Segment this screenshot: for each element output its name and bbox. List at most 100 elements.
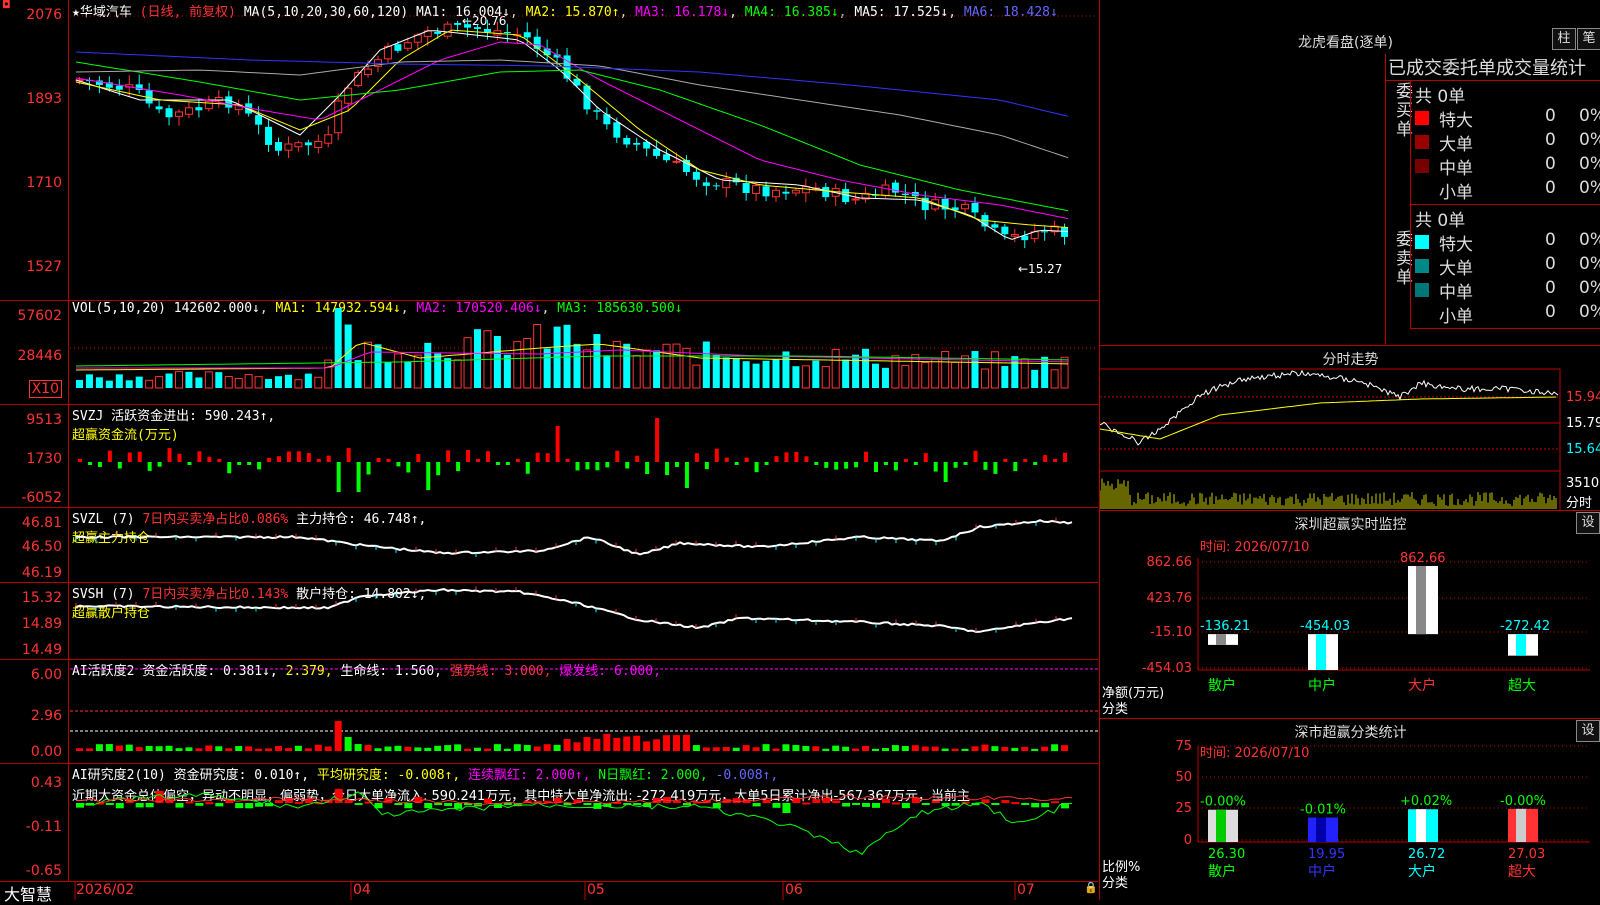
volume-bar [672, 343, 681, 389]
volume-bar [324, 359, 333, 389]
ai-active-bar [832, 745, 840, 751]
svzj-bar [913, 462, 918, 465]
svzl-chart[interactable] [0, 507, 1098, 582]
buy-swatch [1415, 159, 1429, 173]
volume-bar [254, 376, 263, 389]
sell-row-label: 大单 [1439, 259, 1473, 279]
volume-bar [224, 376, 233, 389]
volume-bar [573, 343, 581, 388]
svzj-bar [127, 452, 132, 462]
svzj-bar [346, 448, 351, 462]
ai-research-bar [842, 803, 851, 807]
svzj-bar [565, 459, 570, 462]
svzj-bar [744, 457, 749, 462]
candle-body [1010, 234, 1019, 237]
ai-research-bar [1031, 803, 1040, 808]
bar-value-label: 19.95 [1308, 847, 1345, 862]
ai-research-bar [921, 803, 930, 805]
ai-research-bar [682, 803, 691, 806]
volume-bar [76, 379, 83, 388]
svzl-panel[interactable]: 46.81 46.50 46.19 SVZL (7) 7日内买卖净占比0.086… [0, 507, 1098, 583]
svzj-bar [217, 459, 222, 462]
svzj-bar [277, 456, 281, 462]
volume-bar [931, 357, 940, 389]
svzj-bar [1023, 459, 1028, 462]
sell-row-pct: 0% [1579, 254, 1600, 274]
ai-active-bar [334, 721, 342, 751]
candle-body [742, 183, 750, 193]
monitor-chart[interactable]: 862.66 423.76 -15.10 -454.03 -136.21 散户 -454.0… [1100, 510, 1600, 718]
ai-active-bar [682, 734, 690, 751]
ai-research-bar [862, 803, 871, 807]
svzj-panel[interactable]: 9513 1730 -6052 SVZJ 活跃资金进出: 590.243↑, 超… [0, 404, 1098, 508]
volume-bar [85, 374, 93, 388]
svzj-bar [893, 462, 898, 471]
ai-active-bar [503, 748, 511, 751]
ai-active-bar [304, 748, 312, 751]
ai-active-bar [822, 748, 830, 751]
volume-bar [155, 376, 164, 389]
candle-body [762, 186, 770, 197]
ai-research-bar [354, 803, 363, 805]
ai-research-chart[interactable] [0, 763, 1098, 881]
sell-row-label: 中单 [1439, 283, 1473, 303]
candlestick-chart[interactable] [0, 0, 1098, 300]
volume-bar [145, 379, 154, 389]
volume-bar [284, 374, 292, 388]
candle-body [503, 31, 511, 33]
ai-active-bar [1031, 748, 1039, 751]
svzj-bar [595, 462, 600, 471]
volume-bar [424, 342, 432, 388]
svzj-bar [784, 452, 789, 462]
candle-body [265, 126, 273, 145]
x-axis-line [70, 881, 1098, 900]
buy-row-value: 0 [1545, 106, 1556, 126]
candle-body [165, 108, 173, 118]
svzj-bar [923, 453, 928, 462]
intraday-chart[interactable] [1100, 345, 1600, 510]
ai-research-bar [852, 803, 861, 805]
buy-section: 共 0单 特大 0 0% 大单 0 0% 中单 0 0% 小单 0 0% [1410, 80, 1600, 205]
ai-active-bar [802, 745, 810, 751]
sell-row-value: 0 [1545, 230, 1556, 250]
ai-active-bar [633, 735, 641, 751]
volume-chart[interactable] [0, 300, 1098, 404]
svzj-chart[interactable] [0, 404, 1098, 507]
volume-bar [990, 351, 999, 389]
tick-mode-button[interactable]: 笔 [1577, 28, 1600, 50]
volume-bar [901, 364, 910, 389]
classify-panel[interactable]: 深市超赢分类统计 设 时间: 2026/07/10 比例% 分类 75 50 25 0… [1099, 718, 1600, 900]
ai-active-bar [891, 745, 899, 751]
volume-bar [413, 354, 422, 389]
svsh-chart[interactable] [0, 582, 1098, 659]
ai-active-bar [394, 745, 402, 751]
volume-panel[interactable]: 57602 28446 X10 VOL(5,10,20) 142602.000↓… [0, 300, 1098, 405]
svzj-bar [326, 455, 331, 462]
svzj-bar [316, 459, 321, 462]
candle-body [204, 100, 213, 110]
ai-active-bar [583, 736, 591, 751]
ai-research-bar [891, 802, 900, 805]
ai-active-bar [76, 748, 83, 751]
monitor-panel[interactable]: 深圳超赢实时监控 设 时间: 2026/07/10 净额(万元) 分类 862.… [1099, 510, 1600, 719]
svzj-bar [575, 462, 580, 471]
classify-chart[interactable]: 75 50 25 0 -0.00% 散户26.30 -0.01% 中户19.95 +0.02% 大… [1100, 718, 1600, 900]
category-label: 散户 [1208, 863, 1236, 880]
category-label: 超大 [1508, 864, 1536, 880]
svsh-panel[interactable]: 15.32 14.89 14.49 SVSH (7) 7日内买卖净占比0.143… [0, 582, 1098, 660]
volume-bar [523, 337, 532, 389]
candle-body [881, 184, 890, 197]
ai-active-bar [812, 746, 820, 751]
ai-active-panel[interactable]: 6.00 2.96 0.00 AI活跃度2 资金活跃度: 0.381↓, 2.3… [0, 659, 1098, 764]
ai-research-panel[interactable]: 0.43 -0.11 -0.65 AI研究度2(10) 资金研究度: 0.010… [0, 763, 1098, 882]
svzj-bar [147, 462, 152, 471]
ai-research-bar [991, 803, 1000, 805]
price-panel[interactable]: 2076 1893 1710 1527 ◘ ★华域汽车 (日线, 前复权) MA… [0, 0, 1098, 301]
candle-body [633, 142, 641, 145]
ai-active-chart[interactable] [0, 659, 1098, 763]
svzj-bar [495, 462, 500, 465]
y-tick-label: -15.10 [1150, 625, 1192, 640]
intraday-panel[interactable]: 分时走势 15.94 15.79 15.64 3510 分时 [1099, 345, 1600, 511]
ai-active-bar [125, 744, 133, 751]
bar-mode-button[interactable]: 柱 [1552, 28, 1576, 50]
